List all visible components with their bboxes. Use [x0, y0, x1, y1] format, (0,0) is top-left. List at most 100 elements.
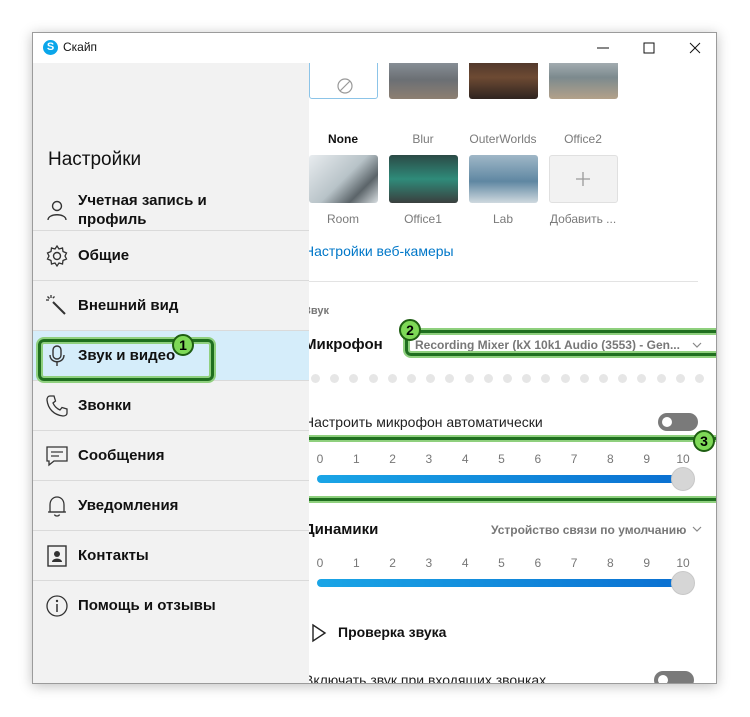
sidebar-item-label: Общие	[78, 247, 130, 264]
speakers-scale-number: 8	[607, 556, 614, 570]
incoming-calls-label: Включать звук при входящих звонках	[309, 672, 547, 683]
minimize-button[interactable]	[580, 33, 626, 63]
background-tile-none[interactable]	[309, 63, 378, 99]
bell-icon	[48, 496, 66, 517]
level-dot	[445, 374, 455, 383]
highlight-frame-2	[405, 330, 716, 356]
level-dot	[464, 374, 474, 383]
level-dot	[541, 374, 551, 383]
background-tile-office2[interactable]	[549, 63, 618, 99]
speakers-scale-number: 3	[425, 556, 433, 570]
close-icon	[689, 42, 701, 54]
background-tile-outerworlds[interactable]	[469, 63, 538, 99]
incoming-calls-toggle[interactable]	[654, 671, 694, 683]
annotation-badge-3: 3	[693, 430, 715, 452]
level-dot	[426, 374, 436, 383]
play-icon[interactable]	[311, 623, 327, 643]
level-dot	[387, 374, 397, 383]
sidebar-item-label: Уведомления	[78, 497, 179, 514]
level-dot	[503, 374, 512, 383]
speakers-scale-number: 4	[461, 556, 469, 570]
annotation-badge-2: 2	[399, 319, 421, 341]
level-dot	[522, 374, 532, 383]
sidebar-item-calls[interactable]: Звонки	[33, 381, 309, 431]
test-sound-button[interactable]: Проверка звука	[338, 624, 446, 640]
annotation-badge-1: 1	[172, 334, 194, 356]
sidebar-item-notifications[interactable]: Уведомления	[33, 481, 309, 531]
auto-mic-toggle[interactable]	[658, 413, 698, 431]
maximize-icon	[643, 42, 655, 54]
level-dot	[656, 374, 666, 383]
sidebar-item-messages[interactable]: Сообщения	[33, 431, 309, 481]
level-dot	[330, 374, 340, 383]
sidebar-item-label: Внешний вид	[78, 297, 179, 314]
window-title: Скайп	[63, 40, 98, 54]
maximize-button[interactable]	[626, 33, 672, 63]
toggle-knob	[662, 417, 672, 427]
microphone-label: Микрофон	[309, 336, 383, 353]
sidebar-item-label: Контакты	[78, 547, 149, 564]
settings-sidebar: Настройки Учетная запись и профиль Общие	[33, 63, 309, 683]
speakers-scale-number: 2	[389, 556, 396, 570]
sidebar-item-contacts[interactable]: Контакты	[33, 531, 309, 581]
level-dot	[675, 374, 685, 383]
settings-heading: Настройки	[48, 149, 142, 170]
person-icon	[47, 200, 67, 221]
phone-icon	[46, 395, 68, 417]
skype-logo-icon: S	[43, 40, 58, 55]
speakers-scale-number: 9	[643, 556, 651, 570]
background-tile-room[interactable]	[309, 155, 378, 203]
level-dot	[637, 374, 647, 383]
speakers-volume-slider[interactable]	[671, 571, 695, 595]
sidebar-item-appearance[interactable]: Внешний вид	[33, 281, 309, 331]
speakers-scale-number: 5	[498, 556, 505, 570]
speakers-scale-number: 1	[352, 556, 360, 570]
level-dot	[311, 374, 320, 383]
no-background-icon	[337, 78, 353, 94]
sidebar-item-general[interactable]: Общие	[33, 231, 309, 281]
speakers-device-dropdown[interactable]: Устройство связи по умолчанию	[491, 523, 686, 537]
sidebar-item-label: Помощь и отзывы	[78, 597, 216, 614]
level-dot	[407, 374, 416, 383]
level-dot	[349, 374, 359, 383]
contacts-icon	[47, 545, 67, 567]
microphone-level-meter	[311, 374, 711, 384]
skype-window: S Скайп Настройки Учетная запись и профи…	[32, 32, 717, 684]
chevron-down-icon	[692, 526, 702, 532]
level-dot	[560, 374, 570, 383]
minimize-icon	[597, 47, 609, 49]
speakers-scale-number: 6	[534, 556, 542, 570]
webcam-settings-link[interactable]: Настройки веб-камеры	[309, 243, 454, 259]
auto-mic-label: Настроить микрофон автоматически	[309, 414, 543, 430]
toggle-knob	[658, 675, 668, 683]
background-label-office2: Office2	[564, 132, 602, 146]
add-background-button[interactable]	[549, 155, 618, 203]
level-dot	[368, 374, 378, 383]
background-tile-office1[interactable]	[389, 155, 458, 203]
level-dot	[483, 374, 493, 383]
level-dot	[618, 374, 628, 383]
info-icon	[46, 595, 68, 617]
sidebar-item-account[interactable]: Учетная запись и профиль	[33, 181, 309, 231]
sidebar-item-label: Учетная запись и профиль	[78, 192, 207, 228]
background-tile-blur[interactable]	[389, 63, 458, 99]
level-dot	[599, 374, 608, 383]
speakers-label: Динамики	[309, 521, 379, 538]
background-tile-lab[interactable]	[469, 155, 538, 203]
close-button[interactable]	[672, 33, 718, 63]
speakers-scale-number: 10	[676, 556, 690, 570]
level-dot	[579, 374, 589, 383]
speakers-volume-track[interactable]	[317, 579, 687, 587]
highlight-frame-3	[309, 437, 716, 501]
sidebar-item-help[interactable]: Помощь и отзывы	[33, 581, 309, 631]
plus-icon	[576, 172, 590, 186]
audio-section-label: Звук	[309, 305, 330, 317]
chat-icon	[46, 446, 68, 467]
section-divider	[309, 281, 698, 282]
settings-content: None Blur OuterWorlds Office2 Room Offic…	[309, 63, 716, 683]
sidebar-item-label: Звонки	[78, 397, 132, 414]
gear-icon	[46, 244, 68, 268]
speakers-scale-number: 0	[316, 556, 324, 570]
speakers-scale-number: 7	[570, 556, 578, 570]
magic-wand-icon	[46, 295, 66, 315]
